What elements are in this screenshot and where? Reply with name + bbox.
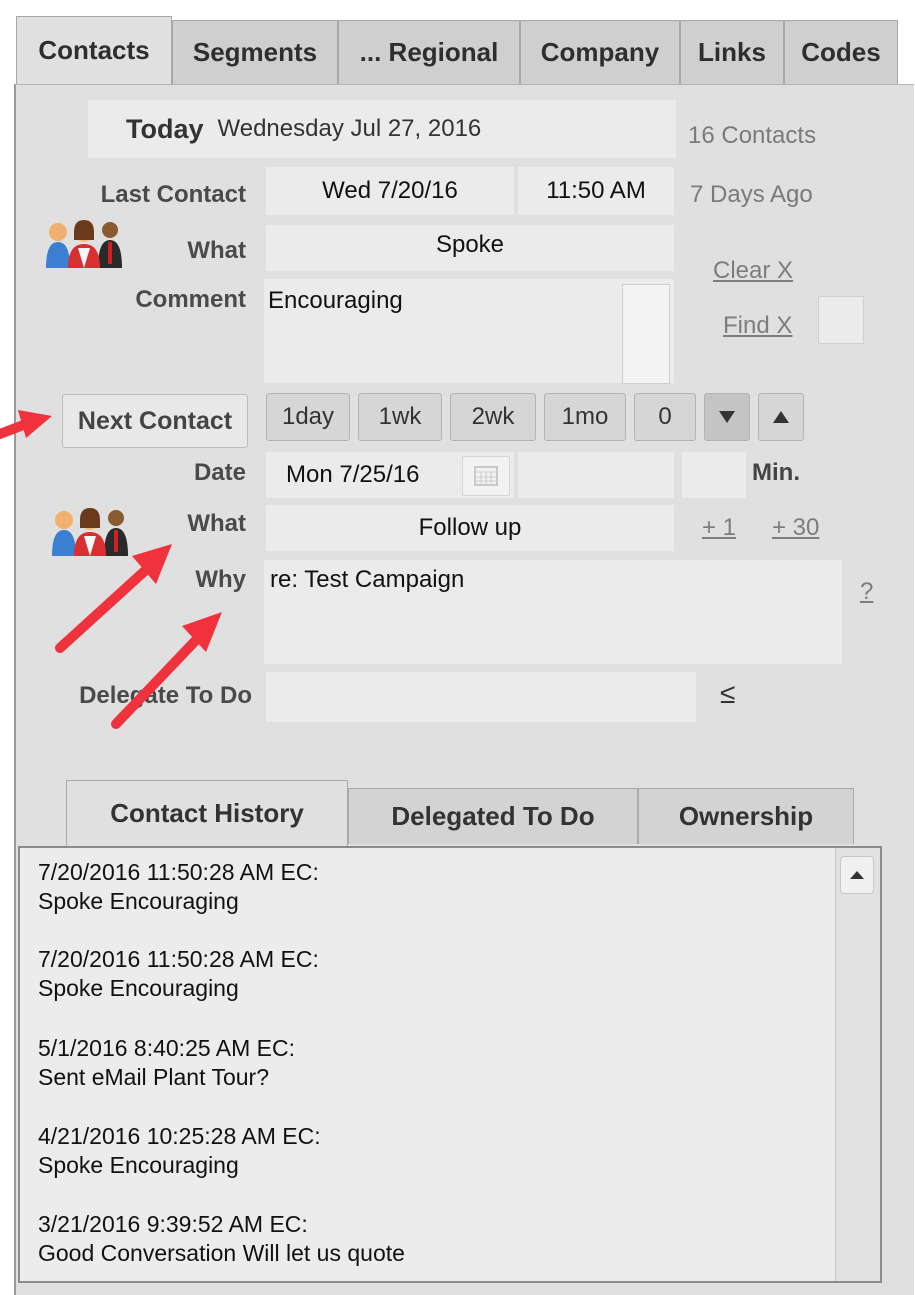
plus-30-link[interactable]: + 30 bbox=[772, 514, 819, 542]
calendar-button[interactable] bbox=[462, 456, 510, 496]
delegate-arrow-link[interactable]: ≤ bbox=[720, 678, 735, 710]
quick-2wk-button[interactable]: 2wk bbox=[450, 393, 536, 441]
delegate-label: Delegate To Do bbox=[79, 682, 252, 709]
comment-scrollbar[interactable] bbox=[622, 284, 670, 384]
tab-regional[interactable]: ... Regional bbox=[338, 20, 520, 84]
tab-contact-history[interactable]: Contact History bbox=[66, 780, 348, 846]
quick-1mo-button[interactable]: 1mo bbox=[544, 393, 626, 441]
next-what-label: What bbox=[187, 510, 246, 537]
minutes-label: Min. bbox=[752, 459, 800, 486]
history-header: 7/20/2016 11:50:28 AM EC: bbox=[38, 946, 319, 972]
plus-1-link[interactable]: + 1 bbox=[702, 514, 736, 542]
tab-codes[interactable]: Codes bbox=[784, 20, 898, 84]
next-time-field[interactable] bbox=[518, 452, 674, 498]
arrow-up-button[interactable] bbox=[758, 393, 804, 441]
comment-label: Comment bbox=[135, 286, 246, 313]
date-label: Date bbox=[193, 459, 246, 486]
why-label: Why bbox=[195, 566, 246, 593]
people-group-icon-2 bbox=[52, 508, 128, 556]
counter-field[interactable]: 0 bbox=[634, 393, 696, 441]
last-contact-time: 11:50 AM bbox=[518, 167, 674, 215]
next-contact-button[interactable]: Next Contact bbox=[62, 394, 248, 448]
history-scrollbar[interactable] bbox=[835, 848, 880, 1281]
list-item: 3/21/2016 9:39:52 AM EC: Good Conversati… bbox=[38, 1210, 405, 1268]
today-label: Today bbox=[126, 113, 204, 144]
history-header: 5/1/2016 8:40:25 AM EC: bbox=[38, 1035, 296, 1061]
history-header: 7/20/2016 11:50:28 AM EC: bbox=[38, 859, 319, 885]
history-header: 4/21/2016 10:25:28 AM EC: bbox=[38, 1123, 321, 1149]
today-date: Wednesday Jul 27, 2016 bbox=[217, 115, 482, 142]
today-bar: Today Wednesday Jul 27, 2016 bbox=[88, 100, 676, 158]
comment-field[interactable]: Encouraging bbox=[264, 279, 674, 383]
next-date-text: Mon 7/25/16 bbox=[286, 461, 420, 488]
quick-1wk-button[interactable]: 1wk bbox=[358, 393, 442, 441]
history-body: Spoke Encouraging bbox=[38, 1152, 239, 1178]
comment-text: Encouraging bbox=[268, 287, 403, 314]
contact-count: 16 Contacts bbox=[688, 122, 817, 149]
tab-segments[interactable]: Segments bbox=[172, 20, 338, 84]
arrow-down-icon bbox=[719, 411, 735, 423]
last-contact-date: Wed 7/20/16 bbox=[266, 167, 514, 215]
tab-delegated-to-do[interactable]: Delegated To Do bbox=[348, 788, 638, 844]
tab-contacts[interactable]: Contacts bbox=[16, 16, 172, 84]
next-what-field[interactable]: Follow up bbox=[266, 505, 674, 551]
last-what-label: What bbox=[187, 237, 246, 264]
delegate-field[interactable] bbox=[266, 672, 696, 722]
contact-history-list[interactable]: 7/20/2016 11:50:28 AM EC: Spoke Encourag… bbox=[18, 846, 882, 1283]
why-field[interactable]: re: Test Campaign bbox=[264, 560, 842, 664]
tab-links[interactable]: Links bbox=[680, 20, 784, 84]
history-body: Sent eMail Plant Tour? bbox=[38, 1064, 269, 1090]
find-x-link[interactable]: Find X bbox=[723, 312, 792, 340]
list-item: 7/20/2016 11:50:28 AM EC: Spoke Encourag… bbox=[38, 945, 319, 1003]
history-body: Spoke Encouraging bbox=[38, 888, 239, 914]
history-header: 3/21/2016 9:39:52 AM EC: bbox=[38, 1211, 308, 1237]
days-ago: 7 Days Ago bbox=[690, 181, 813, 208]
scroll-up-button[interactable] bbox=[840, 856, 874, 894]
last-contact-label: Last Contact bbox=[100, 181, 246, 208]
list-item: 7/20/2016 11:50:28 AM EC: Spoke Encourag… bbox=[38, 858, 319, 916]
find-checkbox[interactable] bbox=[818, 296, 864, 344]
last-what-field: Spoke bbox=[266, 225, 674, 271]
minutes-field[interactable] bbox=[682, 452, 746, 498]
why-text: re: Test Campaign bbox=[270, 566, 465, 593]
quick-1day-button[interactable]: 1day bbox=[266, 393, 350, 441]
help-link[interactable]: ? bbox=[860, 578, 873, 606]
people-group-icon bbox=[46, 220, 122, 268]
calendar-icon bbox=[474, 466, 498, 486]
scroll-up-icon bbox=[850, 871, 864, 879]
tab-company[interactable]: Company bbox=[520, 20, 680, 84]
clear-x-link[interactable]: Clear X bbox=[713, 257, 793, 285]
history-body: Good Conversation Will let us quote bbox=[38, 1240, 405, 1266]
arrow-up-icon bbox=[773, 411, 789, 423]
list-item: 5/1/2016 8:40:25 AM EC: Sent eMail Plant… bbox=[38, 1034, 295, 1092]
tab-ownership[interactable]: Ownership bbox=[638, 788, 854, 844]
list-item: 4/21/2016 10:25:28 AM EC: Spoke Encourag… bbox=[38, 1122, 321, 1180]
history-body: Spoke Encouraging bbox=[38, 975, 239, 1001]
arrow-down-button[interactable] bbox=[704, 393, 750, 441]
